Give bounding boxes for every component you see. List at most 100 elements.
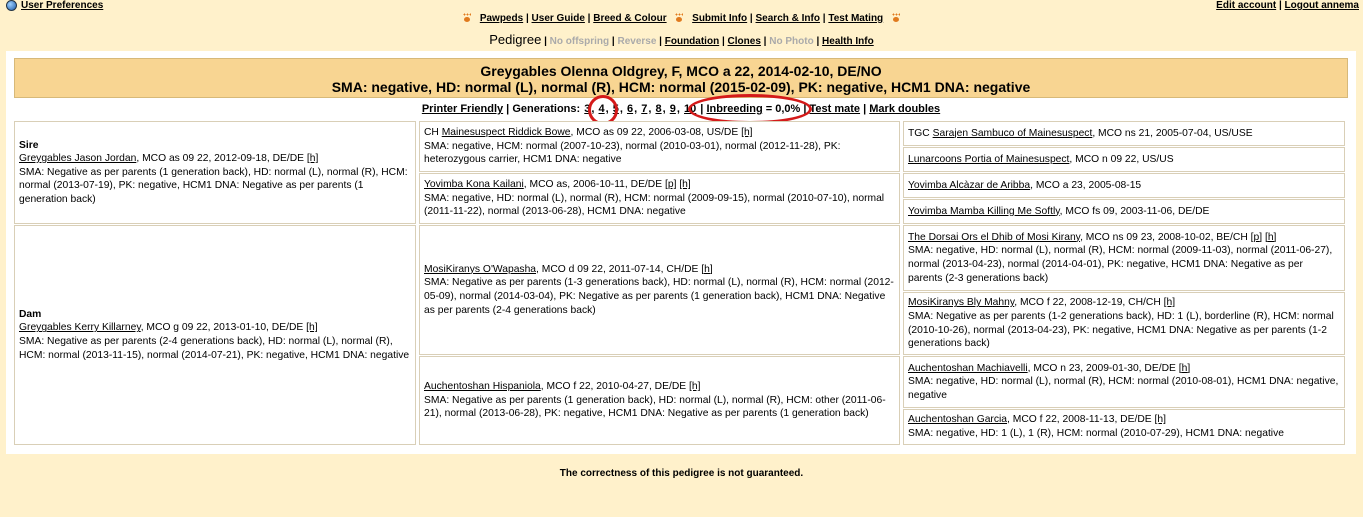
- foundation-link[interactable]: Foundation: [665, 36, 719, 47]
- sire-health-link[interactable]: [h]: [307, 153, 318, 164]
- dam-sire-sire-health: SMA: negative, HD: normal (L), normal (R…: [908, 245, 1333, 284]
- pedigree-label: Pedigree: [489, 32, 542, 47]
- dam-dam-info: , MCO f 22, 2010-04-27, DE/DE: [540, 381, 687, 393]
- main-nav: Pawpeds | User Guide | Breed & Colour Su…: [0, 13, 1363, 24]
- dam-health-link[interactable]: [h]: [306, 322, 317, 333]
- edit-account-link[interactable]: Edit account: [1216, 0, 1276, 11]
- clones-link[interactable]: Clones: [728, 36, 761, 47]
- reverse-label: Reverse: [617, 36, 657, 47]
- dam-dam-dam-health: SMA: negative, HD: 1 (L), 1 (R), HCM: no…: [908, 428, 1284, 439]
- dam-dam-dam-name-link[interactable]: Auchentoshan Garcia: [908, 414, 1007, 425]
- dam-dam-sire-cell: Auchentoshan Machiavelli, MCO n 23, 2009…: [903, 356, 1345, 408]
- sire-dam-sire-cell: Yovimba Alcàzar de Aribba, MCO a 23, 200…: [903, 173, 1345, 198]
- top-bar: User Preferences Edit account | Logout a…: [0, 0, 1363, 12]
- sire-sire-sire-name-link[interactable]: Sarajen Sambuco of Mainesuspect: [933, 128, 1093, 139]
- nav-pawpeds[interactable]: Pawpeds: [480, 13, 523, 24]
- sire-dam-name-link[interactable]: Yovimba Kona Kailani: [424, 179, 524, 190]
- sire-sire-dam-info: , MCO n 09 22, US/US: [1069, 153, 1174, 165]
- sire-sire-info: , MCO as 09 22, 2006-03-08, US/DE: [570, 127, 739, 139]
- pedigree-subnav: Pedigree | No offspring | Reverse | Foun…: [489, 32, 874, 47]
- sire-sire-name-link[interactable]: Mainesuspect Riddick Bowe: [442, 127, 571, 138]
- nav-user-guide[interactable]: User Guide: [532, 13, 585, 24]
- dam-sire-dam-health: SMA: Negative as per parents (1-2 genera…: [908, 310, 1334, 350]
- cat-title: Greygables Olenna Oldgrey, F, MCO a 22, …: [480, 63, 882, 79]
- sire-name-link[interactable]: Greygables Jason Jordan: [19, 153, 136, 164]
- sire-sire-dam-name-link[interactable]: Lunarcoons Portia of Mainesuspect: [908, 154, 1069, 165]
- no-offspring-label: No offspring: [549, 36, 610, 47]
- paw-icon: [674, 13, 684, 23]
- sire-sire-sire-cell: TGC Sarajen Sambuco of Mainesuspect, MCO…: [903, 121, 1345, 146]
- sire-dam-health-link[interactable]: [h]: [679, 179, 690, 190]
- sire-sire-health-link[interactable]: [h]: [741, 127, 752, 138]
- sire-dam-health: SMA: negative, HD: normal (L), normal (R…: [424, 192, 885, 218]
- sire-dam-photo-link[interactable]: [p]: [665, 179, 676, 190]
- dam-dam-sire-health: SMA: negative, HD: normal (L), normal (R…: [908, 376, 1339, 401]
- dam-sire-name-link[interactable]: MosiKiranys O'Wapasha: [424, 264, 536, 275]
- dam-sire-dam-info: , MCO f 22, 2008-12-19, CH/CH: [1014, 297, 1161, 309]
- globe-icon: [6, 0, 17, 11]
- no-photo-label: No Photo: [769, 36, 814, 47]
- dam-health: SMA: Negative as per parents (2-4 genera…: [19, 336, 410, 361]
- nav-submit-info[interactable]: Submit Info: [692, 13, 747, 24]
- paw-icon: [891, 13, 901, 23]
- dam-label: Dam: [19, 308, 42, 320]
- dam-cell: Dam Greygables Kerry Killarney, MCO g 09…: [14, 225, 416, 445]
- sire-health: SMA: Negative as per parents (1 generati…: [19, 166, 408, 205]
- cat-health: SMA: negative, HD: normal (L), normal (R…: [331, 79, 1031, 95]
- user-preferences-link[interactable]: User Preferences: [6, 0, 103, 11]
- paw-icon: [462, 13, 472, 23]
- highlight-circle-inbreeding: [688, 94, 812, 124]
- sire-dam-sire-name-link[interactable]: Yovimba Alcàzar de Aribba: [908, 180, 1030, 191]
- dam-sire-sire-cell: The Dorsai Ors el Dhib of Mosi Kirany, M…: [903, 225, 1345, 291]
- dam-sire-dam-health-link[interactable]: [h]: [1164, 297, 1175, 308]
- sire-dam-dam-name-link[interactable]: Yovimba Mamba Killing Me Softly: [908, 206, 1060, 217]
- dam-sire-sire-health-link[interactable]: [h]: [1265, 232, 1276, 243]
- sire-cell: Sire Greygables Jason Jordan, MCO as 09 …: [14, 121, 416, 224]
- generation-link-8[interactable]: 8: [656, 103, 662, 115]
- dam-sire-sire-photo-link[interactable]: [p]: [1251, 232, 1262, 243]
- dam-dam-dam-health-link[interactable]: [h]: [1155, 414, 1166, 425]
- cat-header: Greygables Olenna Oldgrey, F, MCO a 22, …: [14, 58, 1348, 98]
- sire-dam-dam-cell: Yovimba Mamba Killing Me Softly, MCO fs …: [903, 199, 1345, 224]
- sire-sire-title: CH: [424, 127, 442, 139]
- user-preferences-label[interactable]: User Preferences: [21, 0, 103, 11]
- dam-dam-sire-info: , MCO n 23, 2009-01-30, DE/DE: [1027, 362, 1176, 374]
- dam-sire-cell: MosiKiranys O'Wapasha, MCO d 09 22, 2011…: [419, 225, 900, 355]
- dam-sire-dam-name-link[interactable]: MosiKiranys Bly Mahny: [908, 297, 1014, 308]
- nav-search-info[interactable]: Search & Info: [756, 13, 820, 24]
- sire-dam-dam-info: , MCO fs 09, 2003-11-06, DE/DE: [1059, 205, 1210, 217]
- printer-friendly-link[interactable]: Printer Friendly: [422, 103, 503, 115]
- mark-doubles-link[interactable]: Mark doubles: [869, 103, 940, 115]
- dam-dam-health: SMA: Negative as per parents (1 generati…: [424, 394, 886, 420]
- dam-sire-health-link[interactable]: [h]: [701, 264, 712, 275]
- dam-dam-dam-cell: Auchentoshan Garcia, MCO f 22, 2008-11-1…: [903, 409, 1345, 445]
- dam-dam-sire-name-link[interactable]: Auchentoshan Machiavelli: [908, 363, 1028, 374]
- generation-link-6[interactable]: 6: [627, 103, 633, 115]
- test-mate-link[interactable]: Test mate: [810, 103, 861, 115]
- dam-dam-sire-health-link[interactable]: [h]: [1179, 363, 1190, 374]
- dam-sire-sire-name-link[interactable]: The Dorsai Ors el Dhib of Mosi Kirany: [908, 232, 1080, 243]
- generation-link-7[interactable]: 7: [641, 103, 647, 115]
- disclaimer: The correctness of this pedigree is not …: [559, 468, 804, 479]
- generations-label: Generations:: [512, 103, 581, 115]
- sire-dam-cell: Yovimba Kona Kailani, MCO as, 2006-10-11…: [419, 173, 900, 224]
- health-info-link[interactable]: Health Info: [822, 36, 874, 47]
- sire-label: Sire: [19, 139, 39, 151]
- sire-dam-sire-info: , MCO a 23, 2005-08-15: [1030, 179, 1142, 191]
- logout-link[interactable]: Logout annema: [1285, 0, 1359, 11]
- sire-sire-sire-title: TGC: [908, 127, 933, 139]
- dam-dam-cell: Auchentoshan Hispaniola, MCO f 22, 2010-…: [419, 356, 900, 445]
- dam-sire-dam-cell: MosiKiranys Bly Mahny, MCO f 22, 2008-12…: [903, 292, 1345, 355]
- nav-test-mating[interactable]: Test Mating: [828, 13, 883, 24]
- sire-sire-sire-info: , MCO ns 21, 2005-07-04, US/USE: [1092, 127, 1253, 139]
- sire-info: , MCO as 09 22, 2012-09-18, DE/DE: [136, 153, 305, 165]
- pedigree-toolbar: Printer Friendly | Generations: 3, 4, 5,…: [421, 103, 941, 115]
- sire-sire-cell: CH Mainesuspect Riddick Bowe, MCO as 09 …: [419, 121, 900, 172]
- generation-link-9[interactable]: 9: [670, 103, 676, 115]
- dam-sire-info: , MCO d 09 22, 2011-07-14, CH/DE: [536, 263, 699, 275]
- sire-dam-info: , MCO as, 2006-10-11, DE/DE: [523, 179, 663, 191]
- dam-dam-name-link[interactable]: Auchentoshan Hispaniola: [424, 381, 541, 392]
- dam-dam-health-link[interactable]: [h]: [689, 381, 700, 392]
- nav-breed-colour[interactable]: Breed & Colour: [593, 13, 666, 24]
- dam-name-link[interactable]: Greygables Kerry Killarney: [19, 322, 141, 333]
